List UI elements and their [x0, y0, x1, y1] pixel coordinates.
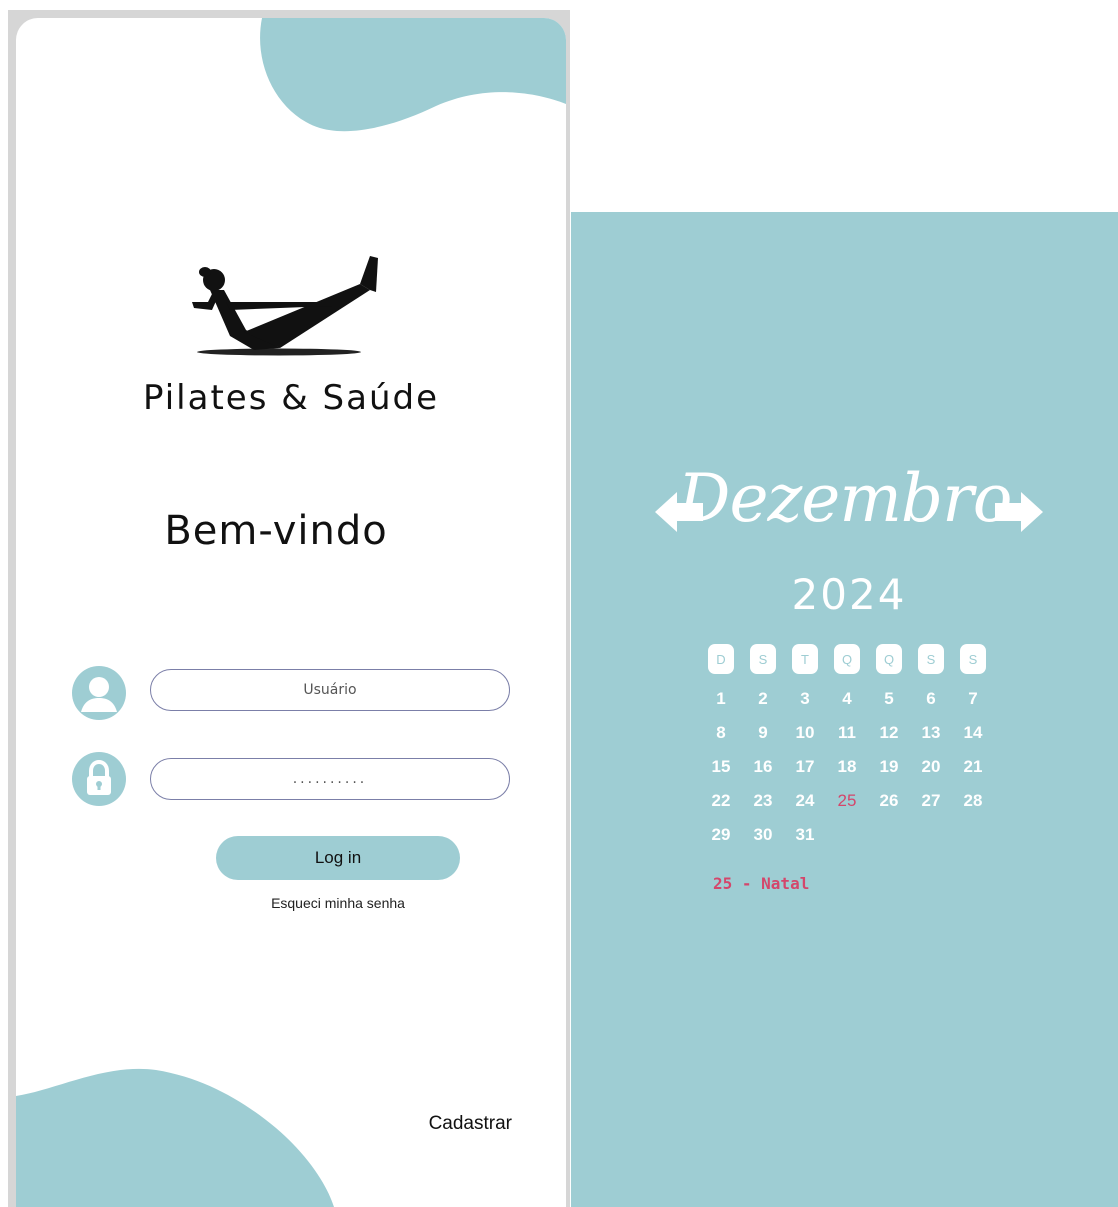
- calendar-day[interactable]: 23: [750, 784, 776, 818]
- calendar-day[interactable]: 4: [834, 682, 860, 716]
- username-input[interactable]: [150, 669, 510, 711]
- calendar-day[interactable]: 14: [960, 716, 986, 750]
- calendar-day[interactable]: 11: [834, 716, 860, 750]
- weekday-label: Q: [834, 644, 860, 674]
- calendar-day[interactable]: 24: [792, 784, 818, 818]
- calendar-day[interactable]: 22: [708, 784, 734, 818]
- login-screen: Pilates & Saúde Bem-vindo Log in Esqueci…: [16, 18, 566, 1207]
- calendar-day[interactable]: 6: [918, 682, 944, 716]
- user-icon: [72, 666, 126, 720]
- year-label: 2024: [791, 570, 907, 619]
- calendar-day[interactable]: 8: [708, 716, 734, 750]
- pilates-logo: [192, 256, 378, 356]
- calendar-day[interactable]: 29: [708, 818, 734, 852]
- password-input[interactable]: [150, 758, 510, 800]
- signup-link[interactable]: Cadastrar: [429, 1113, 512, 1135]
- calendar-grid: D S T Q Q S S 1 2 3 4 5 6 7 8 9 10 11 12…: [708, 644, 1002, 852]
- calendar-day[interactable]: 21: [960, 750, 986, 784]
- brand-name: Pilates & Saúde: [142, 378, 440, 418]
- forgot-password-link[interactable]: Esqueci minha senha: [271, 895, 405, 911]
- calendar-day[interactable]: 31: [792, 818, 818, 852]
- weekday-label: S: [750, 644, 776, 674]
- calendar-day[interactable]: 19: [876, 750, 902, 784]
- weekday-label: S: [918, 644, 944, 674]
- calendar-day[interactable]: 1: [708, 682, 734, 716]
- calendar-day[interactable]: 15: [708, 750, 734, 784]
- calendar-day[interactable]: 3: [792, 682, 818, 716]
- calendar-day[interactable]: 27: [918, 784, 944, 818]
- login-button[interactable]: Log in: [216, 836, 460, 880]
- calendar-day[interactable]: 13: [918, 716, 944, 750]
- calendar-day[interactable]: 18: [834, 750, 860, 784]
- calendar-day[interactable]: 10: [792, 716, 818, 750]
- weekday-label: Q: [876, 644, 902, 674]
- calendar-day[interactable]: 2: [750, 682, 776, 716]
- calendar-day[interactable]: 16: [750, 750, 776, 784]
- welcome-title: Bem-vindo: [164, 508, 388, 554]
- calendar-panel: Dezembro 2024 D S T Q Q S S 1 2 3 4 5 6 …: [571, 212, 1118, 1207]
- calendar-day[interactable]: 7: [960, 682, 986, 716]
- decorative-blobs: [16, 18, 566, 1207]
- calendar-day[interactable]: 9: [750, 716, 776, 750]
- forgot-password-row: Esqueci minha senha: [16, 895, 566, 911]
- calendar-day[interactable]: 12: [876, 716, 902, 750]
- calendar-day[interactable]: 20: [918, 750, 944, 784]
- weekday-label: S: [960, 644, 986, 674]
- lock-icon: [72, 752, 126, 806]
- holiday-note: 25 - Natal: [713, 874, 810, 893]
- calendar-day[interactable]: 30: [750, 818, 776, 852]
- weekday-label: T: [792, 644, 818, 674]
- calendar-day[interactable]: 5: [876, 682, 902, 716]
- weekday-label: D: [708, 644, 734, 674]
- calendar-day-holiday[interactable]: 25: [834, 784, 860, 818]
- calendar-day[interactable]: 28: [960, 784, 986, 818]
- calendar-day[interactable]: 26: [876, 784, 902, 818]
- arrow-right-icon[interactable]: [993, 490, 1045, 534]
- calendar-day[interactable]: 17: [792, 750, 818, 784]
